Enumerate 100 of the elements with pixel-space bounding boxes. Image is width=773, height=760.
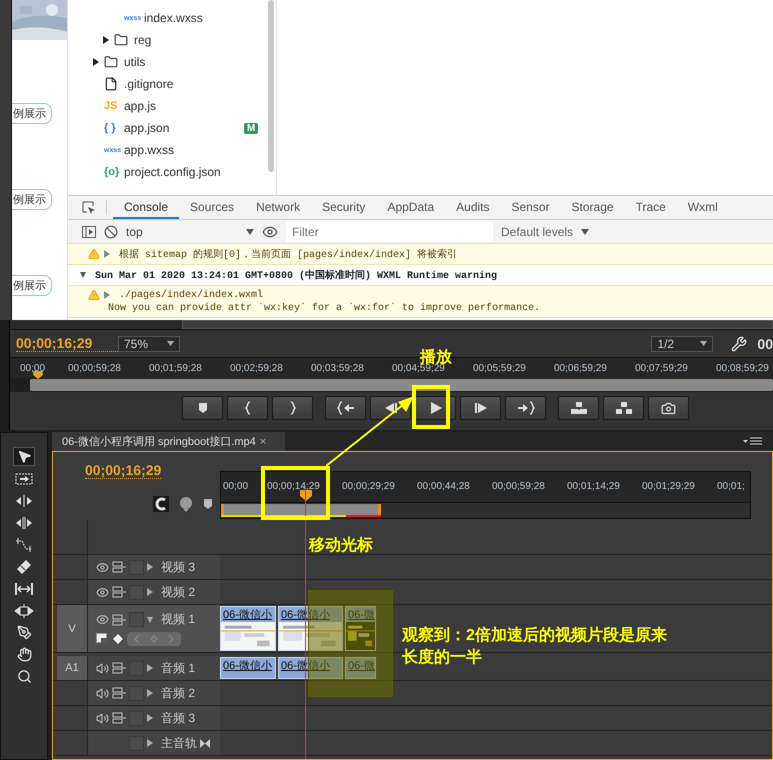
dropdown-arrow-icon — [581, 228, 590, 234]
clear-icon[interactable] — [104, 224, 118, 238]
eye-icon[interactable] — [262, 224, 278, 240]
zoom-select[interactable]: 75% — [118, 336, 180, 352]
slide-icon — [14, 604, 34, 618]
sync-lock-icon[interactable] — [112, 614, 126, 626]
speaker-icon[interactable] — [96, 712, 109, 724]
devtools-tab[interactable]: Sensor — [500, 196, 561, 219]
video-clip[interactable]: 06-微信小 — [220, 606, 276, 651]
sync-lock-icon[interactable] — [112, 586, 126, 598]
file-tree-item[interactable]: .gitignore — [68, 73, 276, 95]
eye-icon[interactable] — [96, 586, 109, 598]
ruler-label: 00;06;59;29 — [554, 363, 607, 374]
sequence-tab[interactable]: 06-微信小程序调用 springboot接口.mp4 × — [52, 432, 285, 451]
time-ruler[interactable]: 00;00 00;00;14;29 00;00;29;29 00;00;44;28 00;00;59;28 00;01;14;29 00;01;29;29 00;01; — [220, 471, 751, 519]
mark-in-button[interactable] — [227, 396, 268, 420]
file-icon — [104, 77, 118, 91]
go-out-button[interactable] — [505, 396, 546, 420]
display-style-icon[interactable] — [96, 633, 109, 645]
folder-icon — [114, 33, 128, 47]
file-tree-item[interactable]: JS app.js — [68, 95, 276, 117]
eye-icon[interactable] — [96, 613, 109, 626]
settings-icon[interactable] — [731, 336, 748, 352]
file-name: app.json — [124, 121, 170, 135]
devtools-tab[interactable]: Wxml — [676, 196, 729, 219]
demo-button[interactable]: 例展示 — [12, 275, 52, 296]
console-text: 根据 sitemap 的规则[0]，当前页面 [pages/index/index] 将被索引 — [119, 248, 458, 261]
mark-out-button[interactable] — [272, 396, 313, 420]
sync-lock-icon[interactable] — [112, 662, 126, 674]
expand-arrow-icon[interactable] — [93, 58, 99, 66]
pointer-icon — [16, 449, 32, 464]
devtools-tab[interactable]: Audits — [445, 196, 500, 219]
dropdown-arrow-icon — [246, 228, 254, 234]
scrollbar[interactable] — [182, 320, 773, 329]
keyframe-icon[interactable] — [112, 633, 124, 645]
devtools-tab[interactable]: Network — [245, 196, 312, 219]
marker-button[interactable] — [182, 396, 223, 420]
file-name: .gitignore — [124, 77, 174, 91]
audio-clip[interactable]: 06-微信小 — [220, 657, 276, 679]
select-tool[interactable] — [13, 447, 35, 466]
close-button[interactable]: × — [260, 436, 266, 448]
ruler-label: 00;03;59;28 — [311, 363, 364, 374]
demo-button[interactable]: 例展示 — [12, 189, 52, 210]
modified-badge: M — [244, 122, 258, 134]
slide-tool[interactable] — [13, 601, 35, 620]
file-name: utils — [124, 55, 146, 69]
ruler-label: 00;01;29;29 — [642, 481, 695, 492]
work-area-bar[interactable] — [221, 504, 381, 515]
filter-field[interactable]: Filter — [286, 222, 493, 242]
sync-lock-icon[interactable] — [112, 712, 126, 724]
expand-arrow-icon[interactable] — [103, 36, 109, 44]
devtools-tab[interactable]: Security — [311, 196, 376, 219]
extract-icon — [614, 401, 632, 415]
sync-lock-icon[interactable] — [112, 687, 126, 699]
devtools-tab[interactable]: Storage — [560, 196, 625, 219]
devtools-tab[interactable]: AppData — [376, 196, 446, 219]
play-icon — [428, 402, 442, 414]
ruler-label: 00;00;59;28 — [68, 363, 121, 374]
marker-icon[interactable] — [203, 498, 213, 510]
sync-lock-icon[interactable] — [112, 561, 126, 573]
levels-select[interactable]: Default levels — [501, 224, 574, 238]
devtools-tab[interactable]: Trace — [624, 196, 677, 219]
file-type-icon: { } — [104, 122, 120, 134]
track-target[interactable]: V — [57, 605, 88, 652]
export-frame-button[interactable] — [648, 396, 689, 420]
file-tree-item[interactable]: reg — [68, 29, 276, 51]
file-tree-item[interactable]: utils — [68, 51, 276, 73]
inspect-icon[interactable] — [82, 200, 96, 214]
eye-icon[interactable] — [96, 560, 109, 574]
file-tree-item[interactable]: { } app.json M — [68, 117, 276, 139]
go-in-button[interactable] — [325, 396, 366, 420]
folder-icon — [104, 55, 118, 69]
step-forward-button[interactable] — [460, 396, 501, 420]
ruler-label: 00;01;14;29 — [567, 481, 620, 492]
context-select[interactable]: top — [126, 224, 238, 238]
ruler-label: 00;00;14;29 — [267, 481, 320, 492]
quality-select[interactable]: 1/2 — [651, 336, 714, 352]
ruler-label: 00;01; — [717, 481, 745, 492]
expand-arrow-icon[interactable] — [80, 271, 86, 279]
ruler-label: 00;00 — [20, 363, 46, 374]
sidebar-icon[interactable] — [82, 226, 96, 238]
speaker-icon[interactable] — [96, 662, 109, 674]
file-tree-item[interactable]: {o} project.config.json — [68, 161, 276, 183]
timecode: 00 — [757, 336, 773, 352]
console-detail: Now you can provide attr `wx:key` for a `wx:for` to improve performance. — [107, 303, 542, 314]
devtools-tab[interactable]: Sources — [179, 196, 246, 219]
track-name: 视频 1 — [161, 611, 196, 628]
lift-button[interactable] — [558, 396, 599, 420]
track-target[interactable]: A1 — [57, 656, 88, 680]
demo-button[interactable]: 例展示 — [12, 103, 52, 124]
timecode[interactable]: 00;00;16;29 — [85, 462, 162, 479]
file-name: project.config.json — [124, 165, 221, 179]
track-select-icon — [15, 472, 33, 484]
scrollbar[interactable] — [30, 379, 773, 391]
snap-icon[interactable] — [153, 496, 169, 512]
go-to-in-icon — [336, 401, 354, 415]
extract-button[interactable] — [603, 396, 644, 420]
speaker-icon[interactable] — [96, 686, 109, 700]
menu-icon[interactable] — [743, 437, 763, 447]
scrollbar[interactable] — [268, 0, 274, 172]
